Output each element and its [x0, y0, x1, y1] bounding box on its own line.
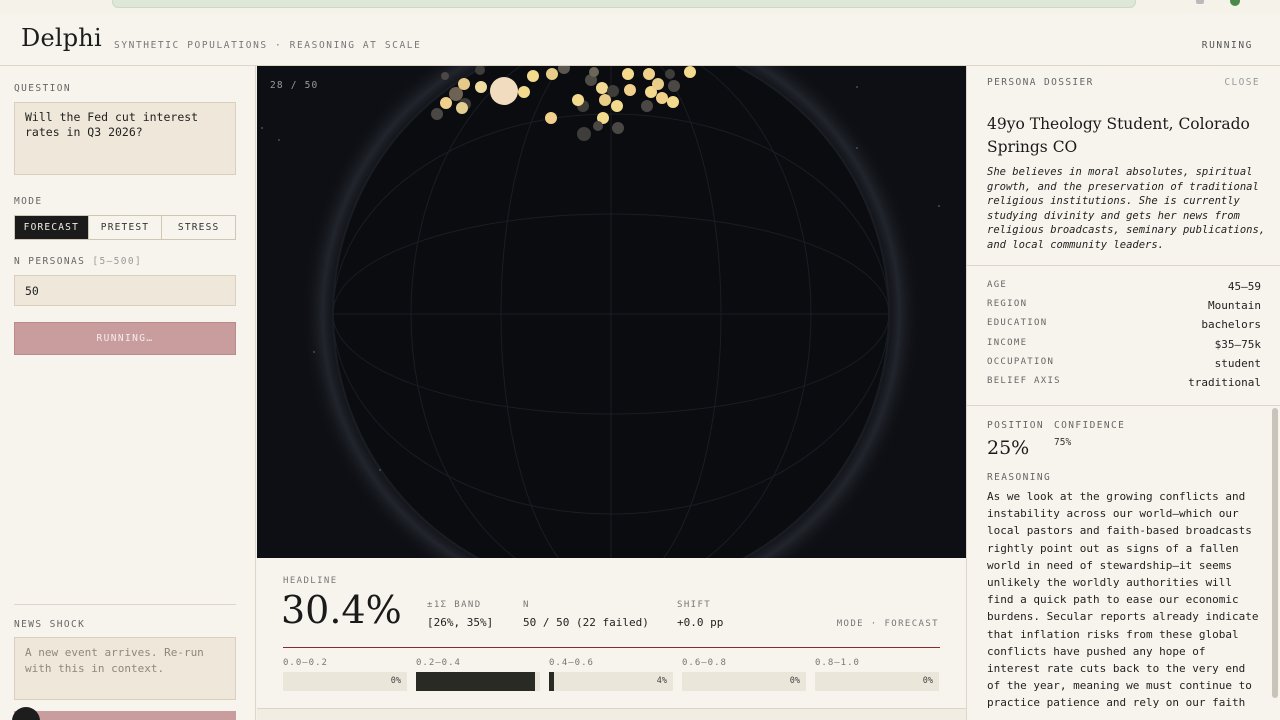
run-status: RUNNING	[1201, 40, 1253, 51]
bin-pct: 0%	[789, 676, 800, 686]
persona-title: 49yo Theology Student, Colorado Springs …	[987, 115, 1250, 156]
news-shock-label: NEWS SHOCK	[14, 619, 86, 630]
run-button[interactable]: RUNNING…	[14, 322, 236, 355]
bin-bar: 0%	[283, 672, 407, 691]
histogram-bin: 0.8–1.0 0%	[815, 658, 939, 691]
npersonas-label: N PERSONAS [5–500]	[14, 256, 142, 267]
address-bar[interactable]	[112, 0, 1136, 8]
attribute-value: student	[1214, 356, 1261, 370]
persona-description: She believes in moral absolutes, spiritu…	[987, 166, 1266, 251]
position-label: POSITION	[987, 420, 1044, 431]
question-label: QUESTION	[14, 83, 71, 94]
headline-value: 30.4%	[281, 588, 402, 632]
histogram-bin: 0.0–0.2 0%	[283, 658, 407, 691]
dossier-label: PERSONA DOSSIER	[987, 77, 1094, 88]
tagline: SYNTHETIC POPULATIONS · REASONING AT SCA…	[114, 40, 422, 51]
bin-bar: 0%	[682, 672, 806, 691]
headline-label: HEADLINE	[283, 576, 338, 586]
bin-label: 0.6–0.8	[682, 658, 727, 668]
bin-label: 0.0–0.2	[283, 658, 328, 668]
browser-chrome-strip	[0, 0, 1280, 14]
app-header: Delphi SYNTHETIC POPULATIONS · REASONING…	[0, 14, 1280, 66]
histogram-bin: 0.2–0.4	[416, 658, 540, 691]
bin-pct: 0%	[922, 676, 933, 686]
persona-attributes: AGE 45–59 REGION Mountain EDUCATION bachelo…	[987, 280, 1261, 395]
bin-bar	[416, 672, 540, 691]
attribute-value: Mountain	[1208, 299, 1261, 313]
progress-counter: 28 / 50	[270, 80, 319, 91]
news-shock-input[interactable]: A new event arrives. Re-run with this in…	[14, 637, 236, 700]
bin-label: 0.2–0.4	[416, 658, 461, 668]
profile-icon[interactable]	[1230, 0, 1240, 6]
bin-fill	[416, 672, 536, 691]
bin-label: 0.8–1.0	[815, 658, 860, 668]
npersonas-hint: [5–500]	[92, 256, 143, 267]
attribute-row: INCOME $35–75k	[987, 338, 1261, 357]
attribute-key: INCOME	[987, 337, 1028, 348]
bin-bar: 0%	[815, 672, 939, 691]
mode-selector: FORECAST PRETEST STRESS	[14, 215, 236, 240]
divider	[14, 604, 236, 605]
mode-label: MODE	[14, 196, 43, 207]
reasoning-text: As we look at the growing conflicts and …	[987, 490, 1259, 710]
n-label: N	[523, 600, 530, 610]
bin-pct: 4%	[656, 676, 667, 686]
persona-dossier-panel: PERSONA DOSSIER CLOSE 49yo Theology Stud…	[966, 66, 1280, 720]
attribute-key: BELIEF AXIS	[987, 375, 1061, 386]
attribute-key: REGION	[987, 299, 1028, 310]
news-shock-button[interactable]	[14, 711, 236, 720]
mode-stress-button[interactable]: STRESS	[162, 216, 235, 239]
confidence-label: CONFIDENCE	[1054, 420, 1126, 431]
attribute-value: traditional	[1188, 375, 1261, 389]
bin-pct: 0%	[390, 676, 401, 686]
mode-forecast-button[interactable]: FORECAST	[15, 216, 89, 239]
overlay-badge-icon[interactable]	[12, 707, 40, 720]
reasoning-label: REASONING	[987, 472, 1052, 483]
bin-label: 0.4–0.6	[549, 658, 594, 668]
attribute-row: AGE 45–59	[987, 280, 1261, 299]
attribute-value: 45–59	[1227, 280, 1261, 293]
shift-value: +0.0 pp	[677, 616, 724, 629]
histogram-bin: 0.4–0.6 4%	[549, 658, 673, 691]
shift-label: SHIFT	[677, 600, 712, 610]
results-panel: HEADLINE 30.4% ±1Σ BAND [26%, 35%] N 50 …	[257, 558, 966, 720]
mode-tag: MODE · FORECAST	[836, 619, 939, 629]
histogram-bin: 0.6–0.8 0%	[682, 658, 806, 691]
close-button[interactable]: CLOSE	[1224, 77, 1260, 88]
panel-footer	[257, 708, 966, 720]
divider	[967, 405, 1280, 406]
question-input[interactable]: Will the Fed cut interest rates in Q3 20…	[14, 102, 236, 175]
attribute-key: AGE	[987, 280, 1008, 290]
attribute-key: OCCUPATION	[987, 356, 1055, 367]
control-panel: QUESTION Will the Fed cut interest rates…	[0, 66, 256, 720]
attribute-row: REGION Mountain	[987, 299, 1261, 318]
attribute-value: $35–75k	[1214, 337, 1261, 351]
attribute-key: EDUCATION	[987, 318, 1048, 329]
globe-canvas	[261, 66, 940, 558]
persona-globe-visualization[interactable]: 28 / 50	[257, 66, 966, 558]
attribute-value: bachelors	[1201, 318, 1261, 332]
npersonas-label-text: N PERSONAS	[14, 256, 86, 267]
persona-dot-selected[interactable]	[490, 77, 518, 105]
band-label: ±1Σ BAND	[427, 600, 482, 610]
mode-pretest-button[interactable]: PRETEST	[89, 216, 163, 239]
attribute-row: BELIEF AXIS traditional	[987, 376, 1261, 395]
browser-extension-icon[interactable]	[1196, 0, 1204, 4]
n-value: 50 / 50 (22 failed)	[523, 616, 649, 629]
scrollbar[interactable]	[1272, 408, 1278, 698]
divider	[967, 265, 1280, 266]
attribute-row: EDUCATION bachelors	[987, 318, 1261, 337]
bin-bar: 4%	[549, 672, 673, 691]
npersonas-input[interactable]: 50	[14, 275, 236, 306]
brand-logo[interactable]: Delphi	[21, 24, 102, 52]
bin-fill	[549, 672, 554, 691]
band-value: [26%, 35%]	[427, 616, 494, 629]
headline-divider	[283, 647, 940, 648]
position-value: 25%	[987, 437, 1030, 459]
attribute-row: OCCUPATION student	[987, 357, 1261, 376]
confidence-value: 75%	[1054, 437, 1072, 448]
